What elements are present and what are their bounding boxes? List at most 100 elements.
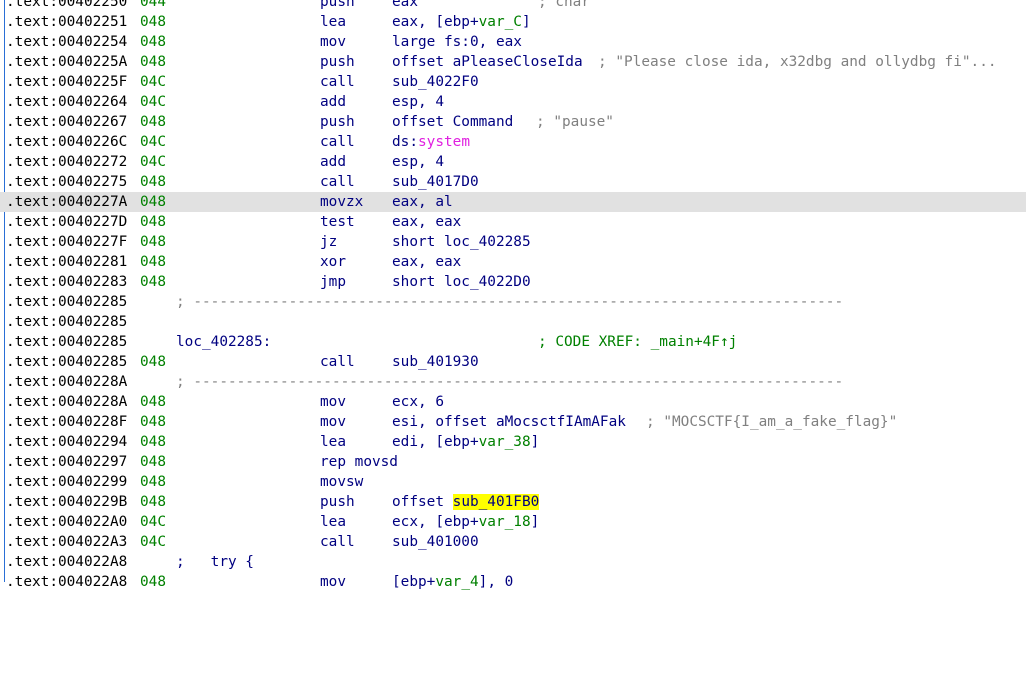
operand[interactable]: eax bbox=[392, 0, 418, 12]
line-address[interactable]: .text:004022A8 bbox=[6, 552, 127, 572]
import-name[interactable]: system bbox=[418, 134, 470, 150]
mnemonic[interactable]: lea bbox=[320, 512, 346, 532]
code-line[interactable]: .text:00402294 048 lea edi, [ebp+var_38] bbox=[0, 432, 1026, 452]
code-line[interactable]: .text:00402272 04C add esp, 4 bbox=[0, 152, 1026, 172]
mnemonic[interactable]: mov bbox=[320, 32, 346, 52]
mnemonic[interactable]: jz bbox=[320, 232, 337, 252]
mnemonic[interactable]: call bbox=[320, 72, 355, 92]
line-address[interactable]: .text:00402299 bbox=[6, 472, 127, 492]
operand[interactable]: sub_401930 bbox=[392, 352, 479, 372]
mnemonic[interactable]: call bbox=[320, 352, 355, 372]
line-address[interactable]: .text:0040225F bbox=[6, 72, 127, 92]
operand[interactable]: sub_4017D0 bbox=[392, 172, 479, 192]
mnemonic[interactable]: call bbox=[320, 132, 355, 152]
mnemonic[interactable]: push bbox=[320, 52, 355, 72]
line-address[interactable]: .text:00402294 bbox=[6, 432, 127, 452]
mnemonic[interactable]: push bbox=[320, 492, 355, 512]
blank-line[interactable]: .text:00402285 bbox=[0, 312, 1026, 332]
line-address[interactable]: .text:00402275 bbox=[6, 172, 127, 192]
mnemonic[interactable]: add bbox=[320, 92, 346, 112]
mnemonic[interactable]: lea bbox=[320, 12, 346, 32]
line-address[interactable]: .text:0040226C bbox=[6, 132, 127, 152]
mnemonic[interactable]: lea bbox=[320, 432, 346, 452]
code-line[interactable]: .text:00402251 048 lea eax, [ebp+var_C] bbox=[0, 12, 1026, 32]
mnemonic[interactable]: rep movsd bbox=[320, 452, 398, 472]
code-line[interactable]: .text:00402275 048 call sub_4017D0 bbox=[0, 172, 1026, 192]
stack-variable[interactable]: var_18 bbox=[479, 514, 531, 530]
code-line[interactable]: .text:0040229B 048 push offset sub_401FB… bbox=[0, 492, 1026, 512]
operand[interactable]: large fs:0, eax bbox=[392, 32, 522, 52]
line-address[interactable]: .text:0040227D bbox=[6, 212, 127, 232]
code-line[interactable]: .text:0040225A 048 push offset aPleaseCl… bbox=[0, 52, 1026, 72]
line-address[interactable]: .text:004022A0 bbox=[6, 512, 127, 532]
location-label[interactable]: loc_402285: bbox=[176, 332, 271, 352]
separator-line[interactable]: .text:00402285 ; -----------------------… bbox=[0, 292, 1026, 312]
operand[interactable]: eax, eax bbox=[392, 212, 461, 232]
code-line[interactable]: .text:00402281 048 xor eax, eax bbox=[0, 252, 1026, 272]
stack-variable[interactable]: var_38 bbox=[479, 434, 531, 450]
operand[interactable]: esp, 4 bbox=[392, 92, 444, 112]
line-address[interactable]: .text:00402283 bbox=[6, 272, 127, 292]
code-line[interactable]: .text:0040228A 048 mov ecx, 6 bbox=[0, 392, 1026, 412]
mnemonic[interactable]: call bbox=[320, 532, 355, 552]
code-line[interactable]: .text:0040228F 048 mov esi, offset aMocs… bbox=[0, 412, 1026, 432]
line-address[interactable]: .text:0040227F bbox=[6, 232, 127, 252]
current-code-line[interactable]: .text:0040227A 048 movzx eax, al bbox=[0, 192, 1026, 212]
operand[interactable]: eax, eax bbox=[392, 252, 461, 272]
mnemonic[interactable]: mov bbox=[320, 412, 346, 432]
line-address[interactable]: .text:00402254 bbox=[6, 32, 127, 52]
code-line[interactable]: .text:0040226C 04C call ds:system bbox=[0, 132, 1026, 152]
line-address[interactable]: .text:00402285 bbox=[6, 312, 127, 332]
mnemonic[interactable]: add bbox=[320, 152, 346, 172]
code-line[interactable]: .text:0040225F 04C call sub_4022F0 bbox=[0, 72, 1026, 92]
operand[interactable]: offset sub_401FB0 bbox=[392, 492, 540, 512]
line-address[interactable]: .text:00402285 bbox=[6, 332, 127, 352]
mnemonic[interactable]: movzx bbox=[320, 192, 363, 212]
operand[interactable]: sub_4022F0 bbox=[392, 72, 479, 92]
mnemonic[interactable]: movsw bbox=[320, 472, 363, 492]
line-address[interactable]: .text:00402272 bbox=[6, 152, 127, 172]
operand[interactable]: esi, offset aMocsctfIAmAFak bbox=[392, 412, 626, 432]
operand[interactable]: offset Command bbox=[392, 112, 513, 132]
code-xref-comment[interactable]: ; CODE XREF: _main+4F↑j bbox=[538, 332, 737, 352]
operand[interactable]: eax, al bbox=[392, 192, 453, 212]
line-address[interactable]: .text:004022A3 bbox=[6, 532, 127, 552]
operand[interactable]: short loc_402285 bbox=[392, 232, 531, 252]
ida-disassembly-listing[interactable]: .text:00402250 044 push eax ; char .text… bbox=[0, 0, 1026, 592]
line-address[interactable]: .text:004022A8 bbox=[6, 572, 127, 592]
code-line[interactable]: .text:0040227D 048 test eax, eax bbox=[0, 212, 1026, 232]
mnemonic[interactable]: test bbox=[320, 212, 355, 232]
code-line[interactable]: .text:00402250 044 push eax ; char bbox=[0, 0, 1026, 12]
label-line[interactable]: .text:00402285 loc_402285: ; CODE XREF: … bbox=[0, 332, 1026, 352]
operand[interactable]: edi, [ebp+var_38] bbox=[392, 432, 539, 452]
line-address[interactable]: .text:0040228A bbox=[6, 372, 127, 392]
line-address[interactable]: .text:0040228A bbox=[6, 392, 127, 412]
code-line[interactable]: .text:004022A0 04C lea ecx, [ebp+var_18] bbox=[0, 512, 1026, 532]
line-address[interactable]: .text:00402285 bbox=[6, 292, 127, 312]
line-address[interactable]: .text:00402251 bbox=[6, 12, 127, 32]
line-address[interactable]: .text:00402297 bbox=[6, 452, 127, 472]
mnemonic[interactable]: mov bbox=[320, 572, 346, 592]
code-line[interactable]: .text:004022A3 04C call sub_401000 bbox=[0, 532, 1026, 552]
stack-variable[interactable]: var_C bbox=[479, 14, 522, 30]
mnemonic[interactable]: jmp bbox=[320, 272, 346, 292]
selected-function-name[interactable]: sub_401FB0 bbox=[452, 494, 540, 510]
operand[interactable]: esp, 4 bbox=[392, 152, 444, 172]
code-line[interactable]: .text:00402297 048 rep movsd bbox=[0, 452, 1026, 472]
line-address[interactable]: .text:00402281 bbox=[6, 252, 127, 272]
separator-line[interactable]: .text:0040228A ; -----------------------… bbox=[0, 372, 1026, 392]
stack-variable[interactable]: var_4 bbox=[435, 574, 478, 590]
code-line[interactable]: .text:0040227F 048 jz short loc_402285 bbox=[0, 232, 1026, 252]
mnemonic[interactable]: push bbox=[320, 0, 355, 12]
code-line[interactable]: .text:00402299 048 movsw bbox=[0, 472, 1026, 492]
line-address[interactable]: .text:00402264 bbox=[6, 92, 127, 112]
line-address[interactable]: .text:00402250 bbox=[6, 0, 127, 12]
line-address[interactable]: .text:0040229B bbox=[6, 492, 127, 512]
operand[interactable]: [ebp+var_4], 0 bbox=[392, 572, 513, 592]
mnemonic[interactable]: xor bbox=[320, 252, 346, 272]
line-address[interactable]: .text:0040228F bbox=[6, 412, 127, 432]
operand[interactable]: short loc_4022D0 bbox=[392, 272, 531, 292]
operand[interactable]: offset aPleaseCloseIda bbox=[392, 52, 583, 72]
mnemonic[interactable]: mov bbox=[320, 392, 346, 412]
operand[interactable]: eax, [ebp+var_C] bbox=[392, 12, 531, 32]
